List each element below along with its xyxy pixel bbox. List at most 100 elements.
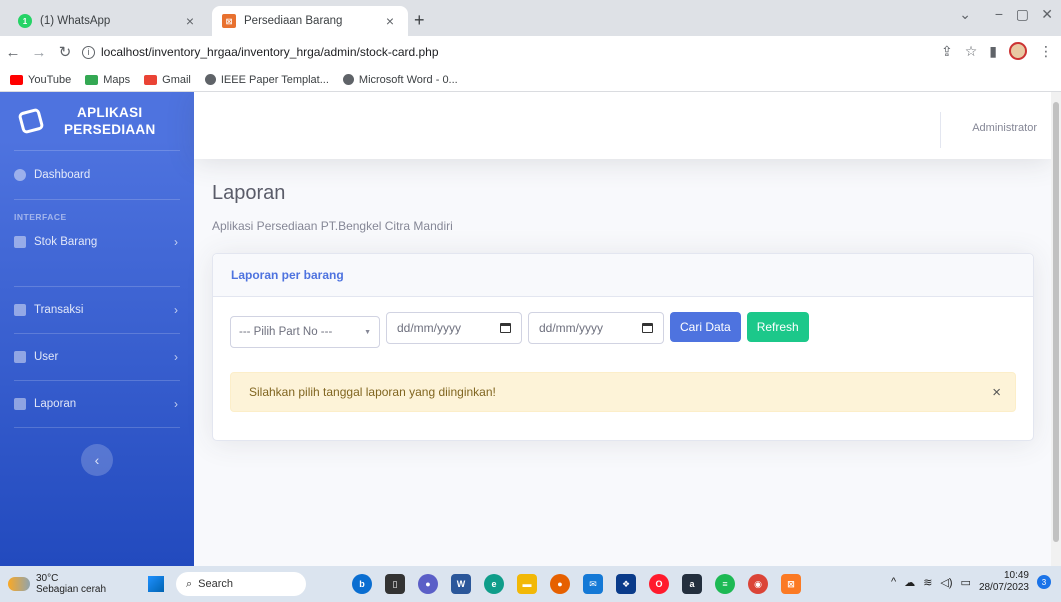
- sidebar-brand[interactable]: APLIKASI PERSEDIAAN: [0, 92, 194, 150]
- app-favicon-icon: ⊠: [222, 14, 236, 28]
- refresh-button[interactable]: Refresh: [746, 312, 809, 342]
- users-icon: [14, 351, 26, 363]
- bookmark-label: Gmail: [162, 73, 191, 86]
- xampp-icon[interactable]: ⊠: [781, 574, 801, 594]
- box-icon: [17, 107, 45, 135]
- taskbar-search[interactable]: ⌕ Search: [176, 572, 306, 596]
- bookmark-youtube[interactable]: YouTube: [10, 74, 71, 86]
- dashboard-icon: [14, 169, 26, 181]
- brand-title: APLIKASI PERSEDIAAN: [64, 104, 156, 138]
- globe-icon: [204, 74, 216, 85]
- browser-tabbar: 1 (1) WhatsApp × ⊠ Persediaan Barang × +…: [0, 0, 1061, 36]
- chevron-right-icon: ›: [174, 303, 178, 317]
- page-title: Laporan: [212, 182, 286, 204]
- user-menu[interactable]: Administrator: [972, 122, 1037, 134]
- bing-icon[interactable]: b: [352, 574, 372, 594]
- forward-icon[interactable]: →: [26, 44, 52, 61]
- share-icon[interactable]: ⇪: [941, 43, 953, 60]
- mail-icon[interactable]: ✉: [583, 574, 603, 594]
- task-view-icon[interactable]: ▯: [385, 574, 405, 594]
- part-no-select[interactable]: --- Pilih Part No --- ▼: [230, 316, 380, 348]
- date-to-input[interactable]: dd/mm/yyyy: [528, 312, 664, 344]
- back-icon[interactable]: ←: [0, 44, 26, 61]
- sidebar-item-user[interactable]: User ›: [0, 334, 194, 380]
- volume-icon[interactable]: ◁): [940, 576, 952, 589]
- date-from-input[interactable]: dd/mm/yyyy: [386, 312, 522, 344]
- spotify-icon[interactable]: ≡: [715, 574, 735, 594]
- page-subtitle: Aplikasi Persediaan PT.Bengkel Citra Man…: [212, 219, 453, 233]
- youtube-icon: [10, 74, 23, 85]
- page-scrollbar[interactable]: [1051, 92, 1061, 566]
- sidebar-heading: INTERFACE: [14, 212, 67, 222]
- new-tab-icon[interactable]: +: [414, 10, 425, 31]
- calendar-icon[interactable]: [642, 323, 653, 333]
- chrome-icon[interactable]: ◉: [748, 574, 768, 594]
- bookmark-ieee[interactable]: IEEE Paper Templat...: [204, 74, 329, 86]
- sidebar-item-transaksi[interactable]: Transaksi ›: [0, 287, 194, 333]
- sidebar-item-laporan[interactable]: Laporan ›: [0, 381, 194, 427]
- firefox-icon[interactable]: ●: [550, 574, 570, 594]
- clock-time: 10:49: [1003, 570, 1029, 581]
- window-close-icon[interactable]: ✕: [1041, 6, 1053, 23]
- notification-badge[interactable]: 3: [1037, 575, 1051, 589]
- edge-icon[interactable]: e: [484, 574, 504, 594]
- wifi-icon[interactable]: ≋: [923, 576, 932, 589]
- bookmark-label: YouTube: [28, 73, 72, 86]
- menu-icon[interactable]: ⋮: [1039, 43, 1053, 60]
- sidepanel-icon[interactable]: ▮: [989, 43, 997, 60]
- scrollbar-thumb[interactable]: [1053, 102, 1059, 542]
- opera-icon[interactable]: O: [649, 574, 669, 594]
- address-bar: ← → ↻ i localhost/inventory_hrgaa/invent…: [0, 36, 1061, 68]
- chevron-right-icon: ›: [174, 397, 178, 411]
- chat-icon[interactable]: ●: [418, 574, 438, 594]
- tab-search-icon[interactable]: ⌄: [959, 6, 971, 23]
- sidebar: APLIKASI PERSEDIAAN Dashboard INTERFACE …: [0, 92, 194, 566]
- file-explorer-icon[interactable]: ▬: [517, 574, 537, 594]
- sidebar-item-dashboard[interactable]: Dashboard: [0, 151, 194, 199]
- minimize-icon[interactable]: −: [995, 6, 1003, 22]
- maximize-icon[interactable]: ▢: [1016, 6, 1029, 23]
- info-icon[interactable]: i: [82, 45, 95, 59]
- close-icon[interactable]: ×: [182, 13, 198, 29]
- word-icon[interactable]: W: [451, 574, 471, 594]
- close-icon[interactable]: ×: [382, 13, 398, 29]
- bookmarks-bar: YouTube Maps Gmail IEEE Paper Templat...…: [0, 68, 1061, 92]
- reload-icon[interactable]: ↻: [52, 43, 78, 61]
- amazon-icon[interactable]: a: [682, 574, 702, 594]
- sidebar-item-stok-barang[interactable]: Stok Barang ›: [0, 228, 194, 256]
- topbar: Administrator: [194, 92, 1051, 159]
- tab-persediaan[interactable]: ⊠ Persediaan Barang ×: [212, 6, 408, 36]
- tab-title: (1) WhatsApp: [40, 15, 111, 27]
- chevron-right-icon: ›: [174, 235, 178, 249]
- calendar-icon[interactable]: [500, 323, 511, 333]
- clock[interactable]: 10:49 28/07/2023: [979, 570, 1029, 594]
- bookmark-star-icon[interactable]: ☆: [965, 43, 978, 60]
- chevron-up-icon[interactable]: ^: [891, 576, 896, 588]
- alert-close-icon[interactable]: ×: [992, 384, 1001, 401]
- profile-avatar[interactable]: [1009, 42, 1027, 60]
- bookmark-gmail[interactable]: Gmail: [144, 74, 191, 86]
- weather-widget[interactable]: 30°C Sebagian cerah: [0, 573, 140, 595]
- tab-whatsapp[interactable]: 1 (1) WhatsApp ×: [8, 6, 208, 36]
- dropbox-icon[interactable]: ❖: [616, 574, 636, 594]
- report-card: Laporan per barang --- Pilih Part No ---…: [212, 253, 1034, 441]
- bookmark-word[interactable]: Microsoft Word - 0...: [342, 74, 458, 86]
- system-tray: ^ ☁ ≋ ◁) ▭ 10:49 28/07/2023 3: [891, 570, 1051, 594]
- url-field[interactable]: i localhost/inventory_hrgaa/inventory_hr…: [82, 40, 439, 64]
- search-data-button[interactable]: Cari Data: [670, 312, 741, 342]
- url-text: localhost/inventory_hrgaa/inventory_hrga…: [101, 45, 439, 59]
- cloud-icon[interactable]: ☁: [904, 576, 915, 589]
- sidebar-toggle-button[interactable]: ‹: [81, 444, 113, 476]
- bookmark-label: Maps: [103, 73, 131, 86]
- sidebar-item-label: Transaksi: [34, 304, 84, 316]
- sidebar-item-label: Dashboard: [34, 169, 91, 181]
- battery-icon[interactable]: ▭: [961, 576, 971, 589]
- bookmark-maps[interactable]: Maps: [85, 74, 130, 86]
- divider: [14, 427, 180, 428]
- list-icon: [14, 398, 26, 410]
- windows-start-icon[interactable]: [148, 576, 164, 592]
- weather-condition: Sebagian cerah: [36, 584, 107, 595]
- brand-line1: APLIKASI: [77, 105, 143, 120]
- os-taskbar: 30°C Sebagian cerah ⌕ Search b ▯ ● W e ▬…: [0, 566, 1061, 602]
- wrench-icon: [14, 236, 26, 248]
